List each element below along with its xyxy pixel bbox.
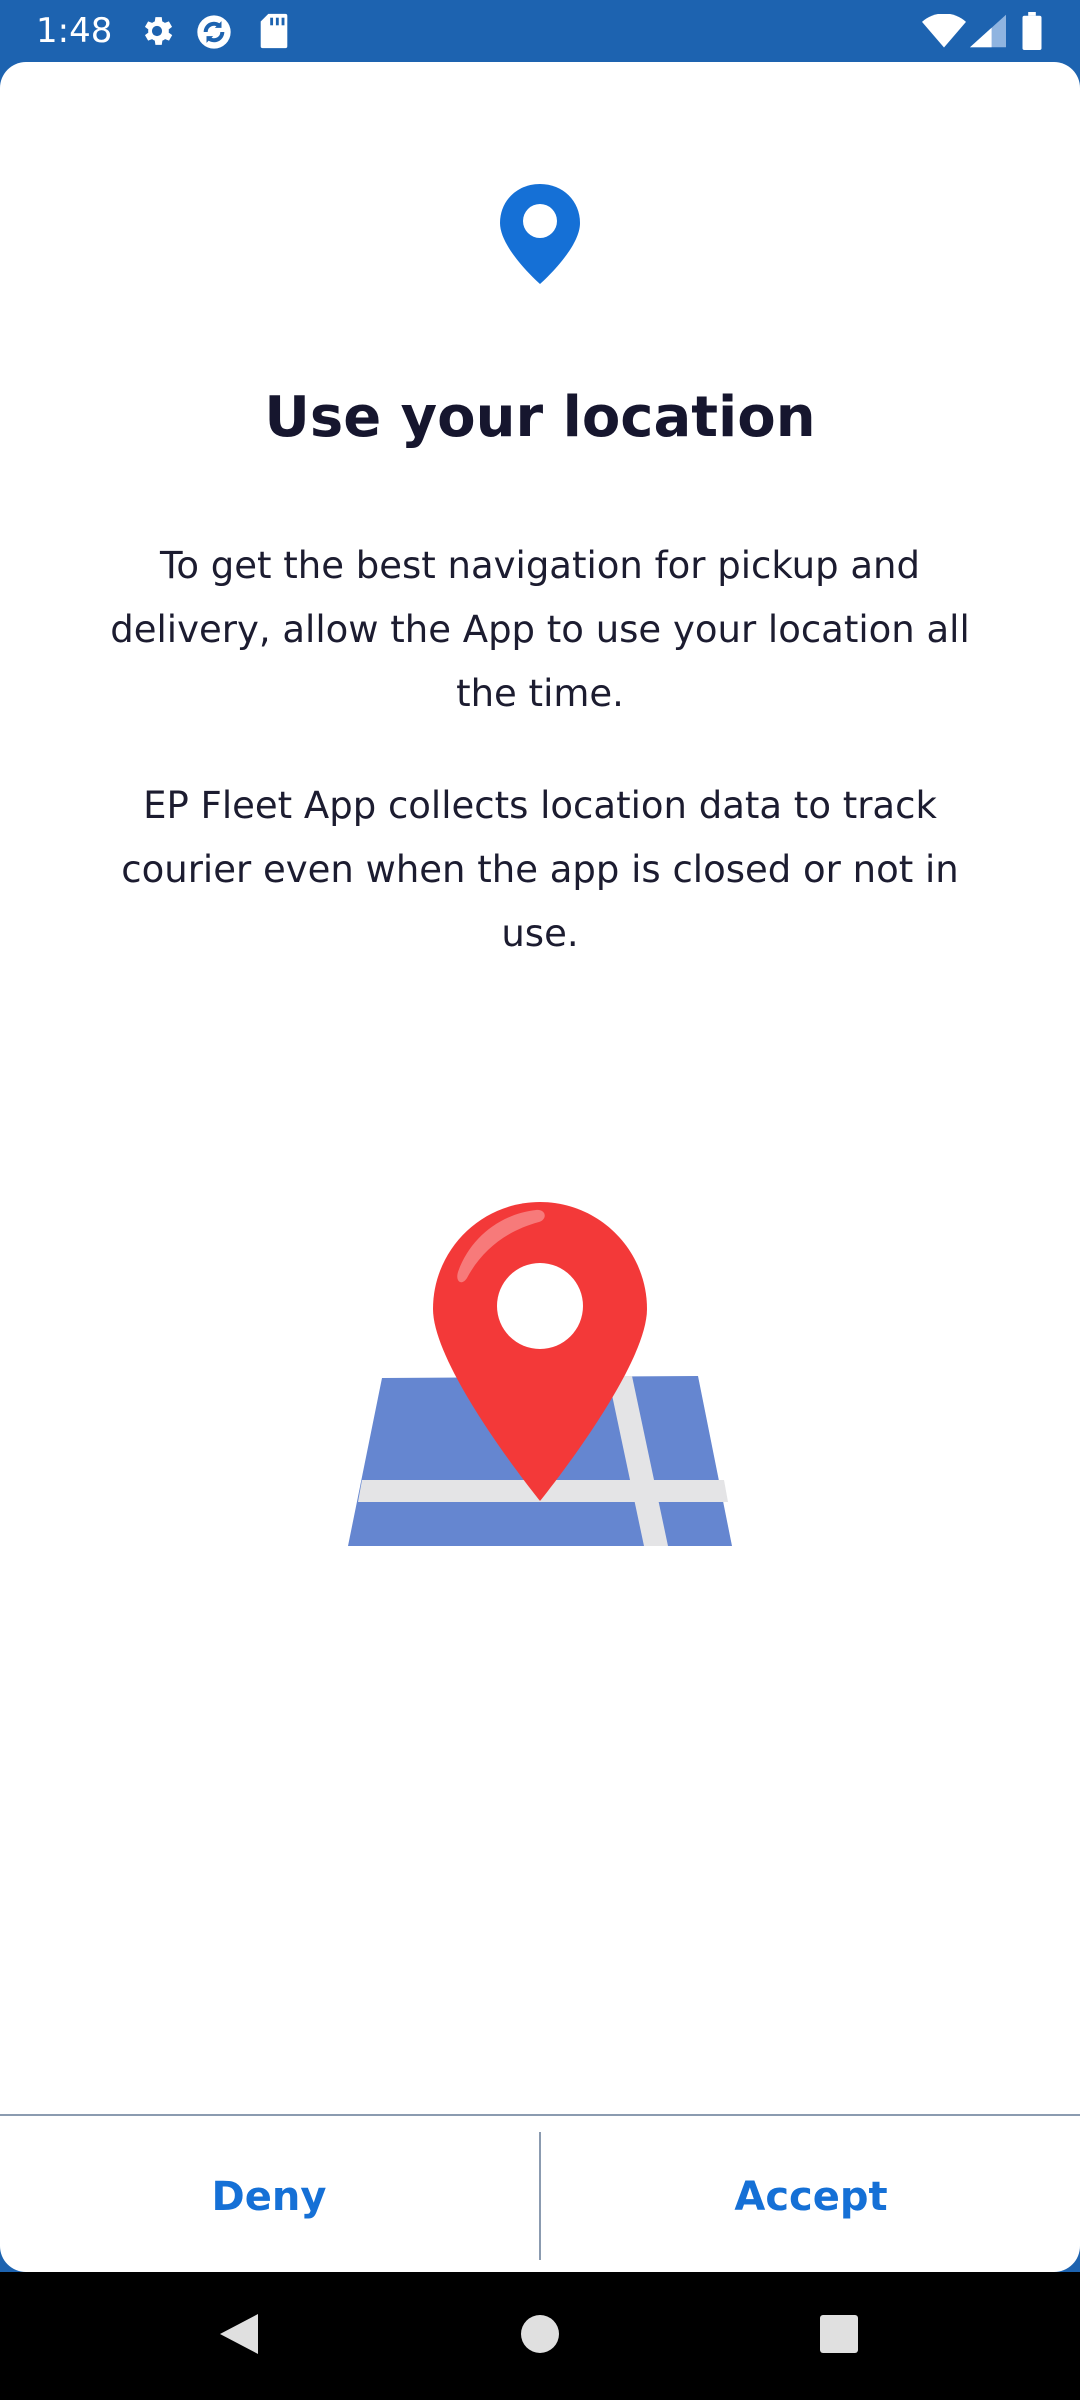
cellular-signal-icon (970, 14, 1006, 52)
settings-icon (138, 12, 176, 54)
home-icon[interactable] (519, 2312, 561, 2360)
sd-card-icon (258, 12, 290, 54)
sync-icon (194, 12, 234, 56)
back-icon[interactable] (218, 2312, 260, 2360)
status-time: 1:48 (36, 11, 113, 51)
system-navigation-bar (0, 2272, 1080, 2400)
permission-explanation: To get the best navigation for pickup an… (110, 544, 970, 715)
deny-button[interactable]: Deny (0, 2116, 538, 2278)
location-pin-icon (496, 180, 584, 292)
background-location-disclosure: EP Fleet App collects location data to t… (121, 784, 959, 955)
wifi-icon (922, 13, 966, 52)
dialog-title: Use your location (264, 385, 816, 450)
recents-icon[interactable] (818, 2312, 860, 2360)
status-bar: 1:48 (0, 0, 1080, 62)
accept-button[interactable]: Accept (542, 2116, 1080, 2278)
battery-icon (1022, 12, 1042, 54)
location-permission-dialog: Use your location To get the best naviga… (0, 62, 1080, 2272)
button-divider (539, 2132, 541, 2260)
map-pin-illustration (340, 1142, 740, 1626)
